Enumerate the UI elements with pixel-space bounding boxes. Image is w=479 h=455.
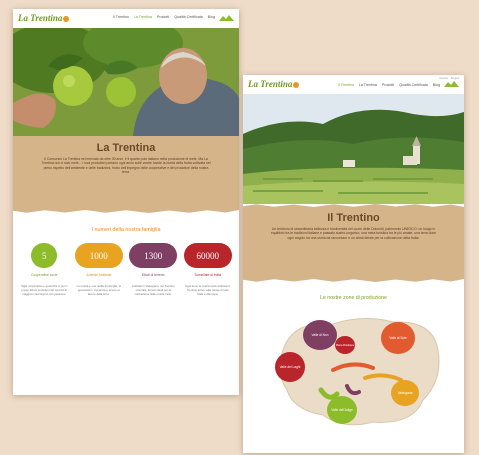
- nav-qualita[interactable]: Qualità Certificata: [174, 15, 203, 19]
- torn-paper-edge: [243, 277, 464, 282]
- nav-la-trentina[interactable]: La Trentina: [359, 83, 377, 87]
- stat-label: Cooperative socie: [31, 273, 58, 277]
- region-valle-di-sole[interactable]: Valle di Sole: [381, 322, 415, 354]
- site-logo[interactable]: La Trentina: [248, 79, 300, 89]
- nav-blog[interactable]: Blog: [433, 83, 440, 87]
- intro-section: Il Trentino Un territorio di straordinar…: [243, 209, 464, 277]
- stats-title: I numeri della nostra famiglia: [91, 227, 161, 233]
- nav-qualita[interactable]: Qualità Certificata: [399, 83, 428, 87]
- stat-desc: Coltivati in Valsugana, nel Trentino ori…: [131, 284, 175, 296]
- hero-valley-image: [243, 94, 464, 204]
- trentino-brand-icon: [444, 81, 459, 87]
- stat-label: Ettari di terreno: [141, 273, 165, 277]
- region-valsugana[interactable]: Valsugana: [391, 380, 419, 406]
- region-valle-adige[interactable]: Valle dell'Adige: [327, 396, 357, 424]
- region-valle-di-non[interactable]: Valle di Non: [303, 320, 337, 350]
- page-il-trentino: ricerca lingua La Trentina Il Trentino L…: [243, 75, 464, 453]
- stat-circle: 1000: [74, 243, 123, 268]
- stat-cooperative: 5 Cooperative socie Sigle cooperative e …: [20, 243, 68, 296]
- trentino-brand-icon: [219, 15, 234, 21]
- intro-text: Il Consorzio La Trentina nel mercato da …: [41, 157, 211, 175]
- site-logo[interactable]: La Trentina: [18, 13, 70, 23]
- main-nav: Il Trentino La Trentina Prodotti Qualità…: [338, 83, 440, 87]
- intro-section: La Trentina Il Consorzio La Trentina nel…: [13, 136, 239, 208]
- nav-prodotti[interactable]: Prodotti: [382, 83, 394, 87]
- production-zones-map: Valle di Non Valle di Sole Valle dei Lag…: [273, 310, 443, 430]
- page-la-trentina: La Trentina Il Trentino La Trentina Prod…: [13, 9, 239, 395]
- stat-circle: 1300: [129, 243, 178, 268]
- region-valle-dei-laghi[interactable]: Valle dei Laghi: [275, 352, 305, 382]
- stats-row: 5 Cooperative socie Sigle cooperative e …: [13, 243, 239, 296]
- nav-la-trentina[interactable]: La Trentina: [134, 15, 152, 19]
- nav-il-trentino[interactable]: Il Trentino: [338, 83, 354, 87]
- stat-aziende: 1000 Aziende frutticole La nostra è una …: [74, 243, 123, 296]
- stat-desc: La nostra è una realtà di famiglie, di g…: [76, 284, 121, 296]
- stat-circle: 60000: [183, 243, 232, 268]
- stat-ettari: 1300 Ettari di terreno Coltivati in Vals…: [129, 243, 178, 296]
- stat-tonnellate: 60000 Tonnellate di frutta Ogni anno la …: [183, 243, 232, 296]
- page-title: La Trentina: [96, 142, 156, 154]
- nav-prodotti[interactable]: Prodotti: [157, 15, 169, 19]
- hero-apple-farmer-image: [13, 28, 239, 136]
- torn-paper-edge: [13, 208, 239, 213]
- header: ricerca lingua La Trentina Il Trentino L…: [243, 75, 464, 94]
- header: La Trentina Il Trentino La Trentina Prod…: [13, 9, 239, 28]
- main-nav: Il Trentino La Trentina Prodotti Qualità…: [113, 15, 215, 19]
- region-piana-rotaliana[interactable]: Piana Rotaliana: [335, 336, 355, 354]
- stat-label: Aziende frutticole: [86, 273, 112, 277]
- nav-blog[interactable]: Blog: [208, 15, 215, 19]
- nav-il-trentino[interactable]: Il Trentino: [113, 15, 129, 19]
- stat-label: Tonnellate di frutta: [194, 273, 222, 277]
- map-title: Le nostre zone di produzione: [320, 295, 387, 301]
- page-title: Il Trentino: [327, 212, 380, 224]
- intro-text: Un territorio di straordinaria bellezza …: [270, 227, 437, 240]
- stat-desc: Sigle cooperative e gerarchie in cui ci …: [21, 284, 68, 296]
- stat-desc: Ogni anno la nostra mela coltivata in Tr…: [185, 284, 231, 296]
- stat-circle: 5: [31, 243, 58, 268]
